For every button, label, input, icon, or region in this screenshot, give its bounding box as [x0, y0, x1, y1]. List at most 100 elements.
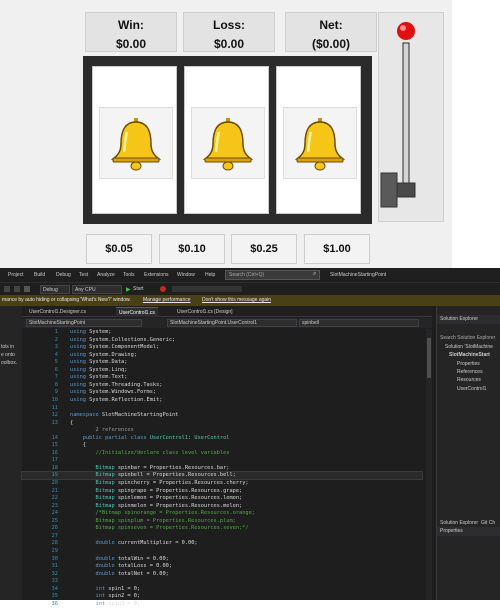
resources-item[interactable]: Resources — [457, 377, 481, 383]
solution-explorer-search[interactable]: Search Solution Explorer — [440, 335, 495, 341]
menu-build[interactable]: Build — [34, 272, 45, 278]
code-editor[interactable]: 1 using System; 2 using System.Collections.… — [21, 329, 432, 607]
project-nav-dropdown[interactable]: SlotMachineStartingPoint — [26, 319, 142, 327]
code-line[interactable]: 2 using System.Collections.Generic; — [22, 337, 422, 344]
menu-analyze[interactable]: Analyze — [97, 272, 115, 278]
code-line[interactable]: 35 int spin2 = 0; — [22, 593, 422, 600]
code-line[interactable]: 15 { — [22, 442, 422, 449]
code-line[interactable]: 7 using System.Text; — [22, 374, 422, 381]
code-token: UserControl — [194, 434, 230, 441]
code-line[interactable]: 33 — [22, 578, 422, 585]
bet-button-100[interactable]: $1.00 — [304, 234, 370, 264]
member-nav-dropdown[interactable]: spinbell — [299, 319, 419, 327]
code-line[interactable]: 12 namespace SlotMachineStartingPoint — [22, 412, 422, 419]
line-number: 6 — [54, 366, 58, 373]
code-line[interactable]: 31 double totalLoss = 0.00; — [22, 563, 422, 570]
references-item[interactable]: References — [457, 369, 483, 375]
code-line[interactable]: 6 using System.Linq; — [22, 367, 422, 374]
code-line[interactable]: 19 Bitmap spinbell = Properties.Resource… — [21, 471, 423, 481]
code-line[interactable]: 25 Bitmap spinplum = Properties.Resource… — [22, 518, 422, 525]
code-token: namespace — [70, 412, 102, 419]
code-text: using System.Collections.Generic; — [70, 337, 175, 344]
start-button[interactable]: Start — [133, 286, 144, 292]
nav-forward-icon[interactable] — [14, 286, 20, 292]
usercontrol-item[interactable]: UserControl1 — [457, 386, 486, 392]
code-line[interactable]: 5 using System.Data; — [22, 359, 422, 366]
line-number: 8 — [54, 381, 58, 388]
tab-solution-explorer[interactable]: Solution Explorer — [440, 520, 478, 526]
manage-performance-link[interactable]: Manage performance — [143, 295, 191, 306]
code-line[interactable]: 24 /*Bitmap spinorange = Properties.Reso… — [22, 510, 422, 517]
menu-tools[interactable]: Tools — [123, 272, 135, 278]
menu-debug[interactable]: Debug — [56, 272, 71, 278]
menu-test[interactable]: Test — [79, 272, 88, 278]
code-line[interactable]: 2 references — [22, 427, 422, 434]
code-line[interactable]: 1 using System; — [22, 329, 422, 336]
nav-back-icon[interactable] — [4, 286, 10, 292]
tab-git-changes[interactable]: Git Ch — [481, 520, 495, 526]
line-number: 24 — [51, 510, 58, 517]
properties-item[interactable]: Properties — [457, 361, 480, 367]
save-icon[interactable] — [24, 286, 30, 292]
tab-designer-cs[interactable]: UserControl1.Designer.cs — [26, 307, 89, 317]
code-line[interactable]: 27 — [22, 533, 422, 540]
code-line[interactable]: 18 Bitmap spinbar = Properties.Resources… — [22, 465, 422, 472]
class-nav-dropdown[interactable]: SlotMachineStartingPoint.UserControl1 — [167, 319, 297, 327]
solution-item[interactable]: Solution 'SlotMachine — [445, 344, 493, 350]
code-token: Bitmap spinseven = Properties.Resources.… — [70, 525, 249, 532]
code-line[interactable]: 14 public partial class UserControl1: Us… — [22, 435, 422, 442]
code-line[interactable]: 10 using System.Reflection.Emit; — [22, 397, 422, 404]
editor-scrollbar-thumb[interactable] — [427, 338, 431, 378]
code-line[interactable]: 16 //Initialize/declare class level vari… — [22, 450, 422, 457]
code-token: spinbell = Properties.Resources.bell; — [117, 472, 236, 479]
code-line[interactable]: 3 using System.ComponentModel; — [22, 344, 422, 351]
code-line[interactable]: 11 — [22, 405, 422, 412]
code-line[interactable]: 28 double currentMultiplier = 0.00; — [22, 540, 422, 547]
code-line[interactable]: 26 Bitmap spinseven = Properties.Resourc… — [22, 525, 422, 532]
code-token: 2 references — [70, 427, 134, 434]
code-line[interactable]: 9 using System.Windows.Forms; — [22, 389, 422, 396]
start-play-icon[interactable]: ▶ — [126, 286, 131, 293]
code-line[interactable]: 4 using System.Drawing; — [22, 352, 422, 359]
code-line[interactable]: 34 int spin1 = 0; — [22, 586, 422, 593]
line-number: 10 — [51, 396, 58, 403]
search-box[interactable]: Search (Ctrl+Q) — [225, 270, 320, 280]
tab-usercontrol-design[interactable]: UserControl1.cs [Design] — [174, 307, 236, 317]
code-line[interactable]: 23 Bitmap spinmelon = Properties.Resourc… — [22, 503, 422, 510]
config-dropdown[interactable]: Debug — [40, 285, 70, 294]
line-number: 18 — [51, 464, 58, 471]
bet-button-005[interactable]: $0.05 — [86, 234, 152, 264]
menu-extensions[interactable]: Extensions — [144, 272, 168, 278]
code-token: Bitmap — [70, 480, 118, 486]
code-line[interactable]: 13 { — [22, 420, 422, 427]
code-token: double — [70, 555, 118, 562]
dont-show-link[interactable]: Don't show this message again — [202, 295, 271, 306]
code-text: double totalWin = 0.00; — [70, 556, 169, 563]
code-line[interactable]: 20 Bitmap spincherry = Properties.Resour… — [22, 480, 422, 487]
code-token: public partial class — [70, 434, 150, 441]
line-number: 27 — [51, 532, 58, 539]
code-line[interactable]: 30 double totalWin = 0.00; — [22, 556, 422, 563]
code-line[interactable]: 36 int spin3 = 0; — [22, 601, 422, 608]
toolbar: Debug Any CPU ▶ Start — [0, 282, 500, 295]
code-line[interactable]: 29 — [22, 548, 422, 555]
code-token: System.Threading.Tasks; — [89, 381, 163, 388]
lever-handle[interactable] — [379, 13, 445, 223]
code-line[interactable]: 8 using System.Threading.Tasks; — [22, 382, 422, 389]
tab-usercontrol-cs[interactable]: UserControl1.cs — [116, 307, 158, 317]
code-token: spincherry = Properties.Resources.cherry… — [117, 480, 249, 486]
menu-project[interactable]: Project — [8, 272, 24, 278]
code-line[interactable]: 21 Bitmap spingrape = Properties.Resourc… — [22, 488, 422, 495]
code-token: Bitmap — [70, 464, 118, 471]
code-line[interactable]: 32 double totalNet = 0.00; — [22, 571, 422, 578]
win-label: Win: — [118, 18, 144, 32]
record-icon[interactable] — [160, 286, 166, 292]
bet-button-010[interactable]: $0.10 — [159, 234, 225, 264]
code-line[interactable]: 22 Bitmap spinlemon = Properties.Resourc… — [22, 495, 422, 502]
menu-window[interactable]: Window — [177, 272, 195, 278]
menu-help[interactable]: Help — [205, 272, 215, 278]
bet-button-025[interactable]: $0.25 — [231, 234, 297, 264]
platform-dropdown[interactable]: Any CPU — [72, 285, 122, 294]
code-line[interactable]: 17 — [22, 457, 422, 464]
project-item[interactable]: SlotMachineStart — [449, 352, 490, 358]
